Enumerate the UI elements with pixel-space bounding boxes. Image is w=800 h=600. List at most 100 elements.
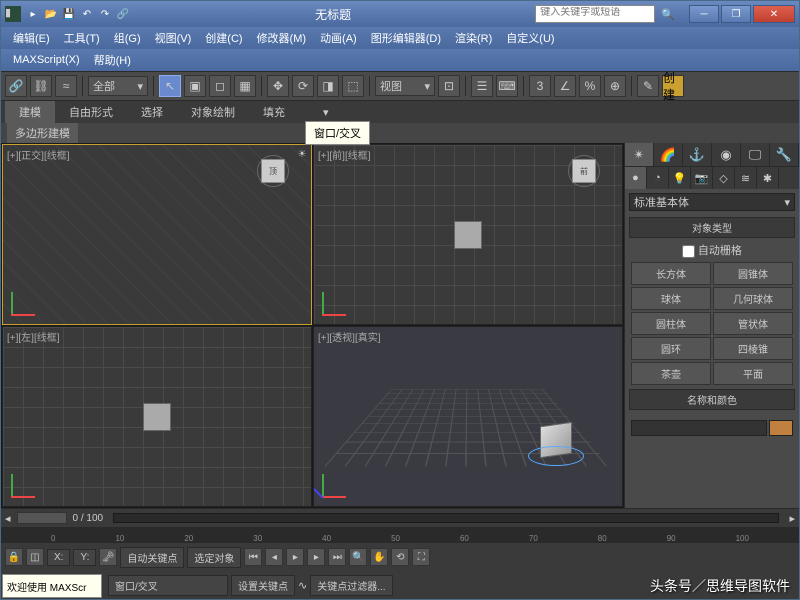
object-type-rollout[interactable]: 对象类型 bbox=[629, 217, 795, 238]
minimize-button[interactable]: ─ bbox=[689, 5, 719, 23]
category-dropdown[interactable]: 标准基本体▾ bbox=[629, 193, 795, 211]
autokey-button[interactable]: 自动关键点 bbox=[120, 547, 184, 568]
create-sel-icon[interactable]: 创建 bbox=[662, 75, 684, 97]
autogrid-checkbox[interactable]: 自动栅格 bbox=[625, 240, 799, 260]
key-icon[interactable]: 🗝 bbox=[99, 548, 117, 566]
maximize-vp-icon[interactable]: ⛶ bbox=[412, 548, 430, 566]
shapes-icon[interactable]: ◔ bbox=[647, 167, 669, 189]
ribbon-tab-selection[interactable]: 选择 bbox=[127, 101, 177, 123]
orbit-icon[interactable]: ⟲ bbox=[391, 548, 409, 566]
viewport-front[interactable]: [+][前][线框] 前 bbox=[313, 144, 623, 325]
tube-button[interactable]: 管状体 bbox=[713, 312, 793, 335]
helpers-icon[interactable]: ◇ bbox=[713, 167, 735, 189]
play-icon[interactable]: ▸ bbox=[286, 548, 304, 566]
coord-system-dropdown[interactable]: 视图▾ bbox=[375, 76, 435, 96]
sphere-button[interactable]: 球体 bbox=[631, 287, 711, 310]
selection-filter-dropdown[interactable]: 全部▾ bbox=[88, 76, 148, 96]
viewcube[interactable]: 前 bbox=[566, 153, 602, 189]
ribbon-tab-populate[interactable]: 填充 bbox=[249, 101, 299, 123]
select-object-icon[interactable]: ↖ bbox=[159, 75, 181, 97]
menu-animation[interactable]: 动画(A) bbox=[314, 28, 363, 48]
goto-end-icon[interactable]: ⏭ bbox=[328, 548, 346, 566]
move-icon[interactable]: ✥ bbox=[267, 75, 289, 97]
percent-snap-icon[interactable]: % bbox=[579, 75, 601, 97]
manipulate-icon[interactable]: ☰ bbox=[471, 75, 493, 97]
link-icon[interactable]: 🔗 bbox=[115, 6, 131, 22]
cone-button[interactable]: 圆锥体 bbox=[713, 262, 793, 285]
ribbon-expand-icon[interactable]: ▾ bbox=[309, 103, 343, 122]
lock-icon[interactable]: 🔒 bbox=[5, 548, 23, 566]
welcome-popup[interactable]: 欢迎使用 MAXScr bbox=[2, 574, 102, 598]
bind-icon[interactable]: ≈ bbox=[55, 75, 77, 97]
cylinder-button[interactable]: 圆柱体 bbox=[631, 312, 711, 335]
menu-views[interactable]: 视图(V) bbox=[149, 28, 198, 48]
new-icon[interactable]: ▸ bbox=[25, 6, 41, 22]
ribbon-tab-objectpaint[interactable]: 对象绘制 bbox=[177, 101, 249, 123]
unlink-icon[interactable]: ⛓ bbox=[30, 75, 52, 97]
search-box[interactable] bbox=[535, 5, 655, 23]
motion-tab-icon[interactable]: ◉ bbox=[712, 143, 741, 166]
ribbon-tab-freeform[interactable]: 自由形式 bbox=[55, 101, 127, 123]
geometry-icon[interactable]: ● bbox=[625, 167, 647, 189]
next-key-icon[interactable]: ▸ bbox=[789, 512, 795, 525]
ribbon-tab-modeling[interactable]: 建模 bbox=[5, 101, 55, 123]
create-tab-icon[interactable]: ✴ bbox=[625, 143, 654, 166]
object-color-swatch[interactable] bbox=[769, 420, 793, 436]
utilities-tab-icon[interactable]: 🔧 bbox=[770, 143, 799, 166]
cameras-icon[interactable]: 📷 bbox=[691, 167, 713, 189]
hierarchy-tab-icon[interactable]: ⚓ bbox=[683, 143, 712, 166]
close-button[interactable]: ✕ bbox=[753, 5, 795, 23]
light-icon[interactable]: ☀ bbox=[295, 147, 309, 161]
link-icon[interactable]: 🔗 bbox=[5, 75, 27, 97]
save-icon[interactable]: 💾 bbox=[61, 6, 77, 22]
geosphere-button[interactable]: 几何球体 bbox=[713, 287, 793, 310]
window-crossing-icon[interactable]: ▦ bbox=[234, 75, 256, 97]
menu-tools[interactable]: 工具(T) bbox=[58, 28, 106, 48]
redo-icon[interactable]: ↷ bbox=[97, 6, 113, 22]
next-frame-icon[interactable]: ▸ bbox=[307, 548, 325, 566]
menu-graph[interactable]: 图形编辑器(D) bbox=[365, 28, 447, 48]
name-color-rollout[interactable]: 名称和颜色 bbox=[629, 389, 795, 410]
prev-key-icon[interactable]: ◂ bbox=[5, 512, 11, 525]
menu-maxscript[interactable]: MAXScript(X) bbox=[7, 52, 86, 68]
teapot-button[interactable]: 茶壶 bbox=[631, 362, 711, 385]
scale-icon[interactable]: ◨ bbox=[317, 75, 339, 97]
spinner-snap-icon[interactable]: ⊕ bbox=[604, 75, 626, 97]
keyboard-icon[interactable]: ⌨ bbox=[496, 75, 518, 97]
angle-snap-icon[interactable]: ∠ bbox=[554, 75, 576, 97]
plane-button[interactable]: 平面 bbox=[713, 362, 793, 385]
placement-icon[interactable]: ⬚ bbox=[342, 75, 364, 97]
time-ruler[interactable]: 0102030405060708090100 bbox=[1, 527, 799, 543]
time-slider[interactable] bbox=[17, 512, 67, 524]
pan-icon[interactable]: ✋ bbox=[370, 548, 388, 566]
menu-edit[interactable]: 编辑(E) bbox=[7, 28, 56, 48]
maximize-button[interactable]: ❐ bbox=[721, 5, 751, 23]
menu-create[interactable]: 创建(C) bbox=[199, 28, 248, 48]
select-region-icon[interactable]: ◻ bbox=[209, 75, 231, 97]
select-name-icon[interactable]: ▣ bbox=[184, 75, 206, 97]
viewcube[interactable]: 顶 bbox=[255, 153, 291, 189]
undo-icon[interactable]: ↶ bbox=[79, 6, 95, 22]
keyfilter-button[interactable]: 关键点过滤器... bbox=[310, 575, 392, 596]
lights-icon[interactable]: 💡 bbox=[669, 167, 691, 189]
goto-start-icon[interactable]: ⏮ bbox=[244, 548, 262, 566]
box-button[interactable]: 长方体 bbox=[631, 262, 711, 285]
keyfilter-icon[interactable]: ∿ bbox=[298, 579, 307, 592]
search-input[interactable] bbox=[540, 7, 650, 18]
snap-3-icon[interactable]: 3 bbox=[529, 75, 551, 97]
isolate-icon[interactable]: ◫ bbox=[26, 548, 44, 566]
pivot-icon[interactable]: ⊡ bbox=[438, 75, 460, 97]
spacewarps-icon[interactable]: ≋ bbox=[735, 167, 757, 189]
pyramid-button[interactable]: 四棱锥 bbox=[713, 337, 793, 360]
menu-group[interactable]: 组(G) bbox=[108, 28, 147, 48]
modify-tab-icon[interactable]: 🌈 bbox=[654, 143, 683, 166]
menu-customize[interactable]: 自定义(U) bbox=[500, 28, 560, 48]
display-tab-icon[interactable]: 🖵 bbox=[741, 143, 770, 166]
viewport-left[interactable]: [+][左][线框] bbox=[2, 326, 312, 507]
rotate-icon[interactable]: ⟳ bbox=[292, 75, 314, 97]
systems-icon[interactable]: ✱ bbox=[757, 167, 779, 189]
open-icon[interactable]: 📂 bbox=[43, 6, 59, 22]
viewport-perspective[interactable]: [+][透视][真实] bbox=[313, 326, 623, 507]
menu-help[interactable]: 帮助(H) bbox=[88, 50, 137, 70]
menu-modifiers[interactable]: 修改器(M) bbox=[251, 28, 313, 48]
